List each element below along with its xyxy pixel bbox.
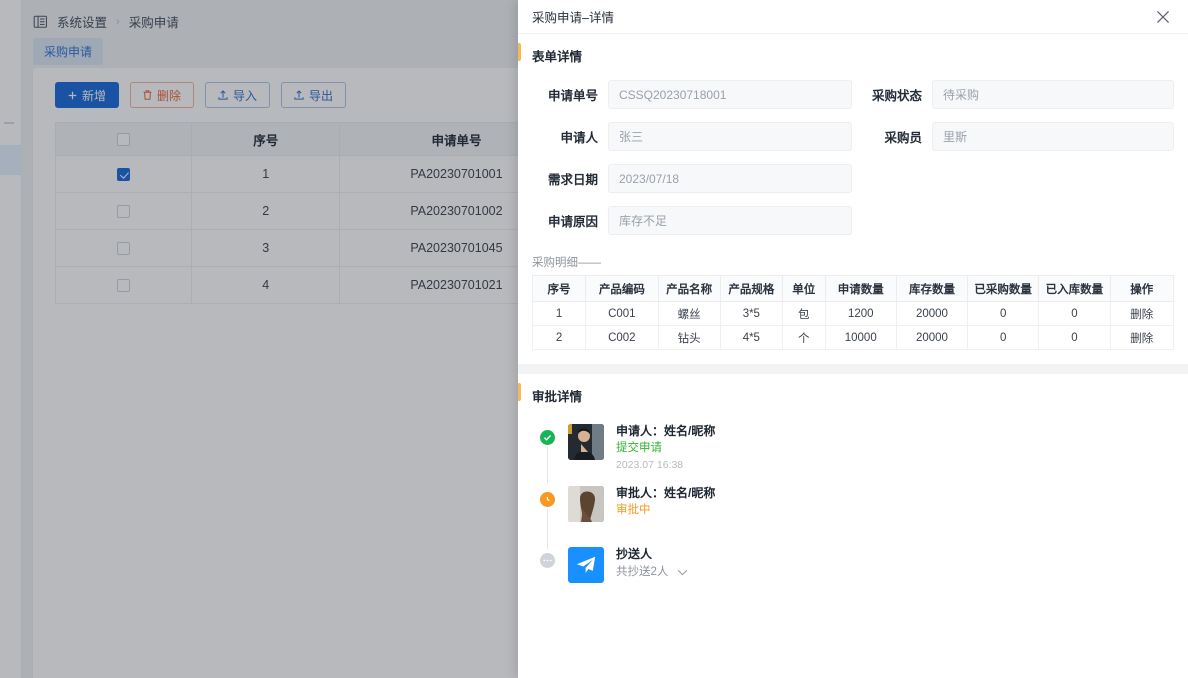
approval-section-title: 审批详情 — [532, 390, 583, 404]
detail-name: 钻头 — [657, 325, 721, 350]
detail-unit: 包 — [781, 301, 826, 326]
detail-purchased-qty: 0 — [967, 325, 1040, 350]
field-label: 申请单号 — [547, 89, 598, 103]
cc-name: 抄送人 — [616, 547, 653, 561]
detail-col-spec: 产品规格 — [719, 275, 783, 302]
purchase-detail-wrap: 采购明细—— 序号 产品编码 产品名称 产品规格 单位 申请数量 库存数量 已采… — [518, 248, 1188, 350]
approval-timeline: 申请人：姓名/昵称 提交申请 2023.07 16:38 审批人：姓名/昵称 审… — [518, 414, 1188, 599]
field-label: 申请原因 — [547, 215, 598, 229]
table-row: 1 C001 螺丝 3*5 包 1200 20000 0 0 删除 — [531, 301, 1174, 326]
applicant-input[interactable]: 张三 — [608, 122, 852, 151]
detail-no: 1 — [531, 301, 587, 326]
timeline-step-applicant: 申请人：姓名/昵称 提交申请 2023.07 16:38 — [540, 420, 1188, 483]
detail-delete-link[interactable]: 删除 — [1109, 325, 1174, 350]
drawer-header: 采购申请–详情 — [518, 0, 1188, 34]
form-grid: 申请单号 CSSQ20230718001 采购状态 待采购 申请人 张三 采购员… — [518, 74, 1188, 248]
detail-col-purchased: 已采购数量 — [967, 275, 1040, 302]
detail-purchased-qty: 0 — [967, 301, 1040, 326]
status-in-progress-icon — [540, 492, 555, 507]
form-section-header: 表单详情 — [518, 34, 1188, 74]
detail-col-unit: 单位 — [781, 275, 826, 302]
timeline-text: 抄送人 共抄送2人 — [616, 543, 688, 581]
detail-col-req-qty: 申请数量 — [824, 275, 897, 302]
applicant-status: 提交申请 — [616, 442, 662, 454]
approver-name: 审批人：姓名/昵称 — [616, 486, 716, 500]
field-purchase-status: 采购状态 待采购 — [870, 80, 1174, 109]
cc-expand-row[interactable]: 共抄送2人 — [616, 563, 688, 581]
section-divider-band — [518, 364, 1188, 374]
approver-status: 审批中 — [616, 504, 651, 516]
request-no-input[interactable]: CSSQ20230718001 — [608, 80, 852, 109]
close-icon[interactable] — [1155, 9, 1171, 25]
field-required-date: 需求日期 2023/07/18 — [532, 164, 852, 193]
detail-received-qty: 0 — [1038, 325, 1111, 350]
applicant-time: 2023.07 16:38 — [616, 459, 684, 471]
approval-section-header: 审批详情 — [518, 374, 1188, 414]
detail-product-code-link[interactable]: C001 — [585, 301, 659, 326]
timeline-step-cc: 抄送人 共抄送2人 — [540, 543, 1188, 599]
timeline-text: 申请人：姓名/昵称 提交申请 2023.07 16:38 — [616, 420, 715, 473]
field-label: 采购员 — [884, 131, 922, 145]
purchase-detail-table: 序号 产品编码 产品名称 产品规格 单位 申请数量 库存数量 已采购数量 已入库… — [531, 275, 1174, 350]
field-purchaser: 采购员 里斯 — [870, 122, 1174, 151]
status-pending-icon — [540, 553, 555, 568]
detail-received-qty: 0 — [1038, 301, 1111, 326]
table-row: 2 C002 钻头 4*5 个 10000 20000 0 0 删除 — [531, 325, 1174, 350]
detail-col-received: 已入库数量 — [1038, 275, 1111, 302]
drawer-title: 采购申请–详情 — [532, 11, 614, 25]
field-label: 需求日期 — [547, 173, 598, 187]
detail-col-code: 产品编码 — [585, 275, 659, 302]
applicant-name: 申请人：姓名/昵称 — [616, 424, 716, 438]
field-request-reason: 申请原因 库存不足 — [532, 206, 852, 235]
field-label: 采购状态 — [871, 89, 922, 103]
detail-col-name: 产品名称 — [657, 275, 721, 302]
detail-spec: 4*5 — [719, 325, 783, 350]
detail-stock-qty: 20000 — [895, 301, 969, 326]
chevron-down-icon[interactable] — [677, 563, 688, 581]
required-date-input[interactable]: 2023/07/18 — [608, 164, 852, 193]
detail-req-qty: 1200 — [824, 301, 897, 326]
app-root: 系统设置 › 采购申请 采购申请 新增 删除 导入 导出 序号 申请单号 1 P… — [0, 0, 1188, 678]
detail-spec: 3*5 — [719, 301, 783, 326]
purchase-status-input[interactable]: 待采购 — [932, 80, 1174, 109]
detail-name: 螺丝 — [657, 301, 721, 326]
form-section-title: 表单详情 — [532, 50, 583, 64]
detail-col-action: 操作 — [1109, 275, 1174, 302]
detail-table-body: 1 C001 螺丝 3*5 包 1200 20000 0 0 删除 2 C002… — [531, 301, 1174, 350]
detail-col-no: 序号 — [531, 275, 587, 302]
drawer-body: 表单详情 申请单号 CSSQ20230718001 采购状态 待采购 申请人 张… — [518, 34, 1188, 678]
request-reason-input[interactable]: 库存不足 — [608, 206, 852, 235]
detail-unit: 个 — [781, 325, 826, 350]
timeline-step-approver: 审批人：姓名/昵称 审批中 — [540, 482, 1188, 549]
detail-req-qty: 10000 — [824, 325, 897, 350]
detail-delete-link[interactable]: 删除 — [1109, 301, 1174, 326]
paper-plane-icon — [568, 547, 604, 583]
field-label: 申请人 — [560, 131, 598, 145]
avatar — [568, 424, 604, 460]
field-applicant: 申请人 张三 — [532, 122, 852, 151]
timeline-text: 审批人：姓名/昵称 审批中 — [616, 482, 715, 519]
purchaser-input[interactable]: 里斯 — [932, 122, 1174, 151]
detail-drawer: 采购申请–详情 表单详情 申请单号 CSSQ20230718001 采购状态 待… — [518, 0, 1188, 678]
detail-product-code-link[interactable]: C002 — [585, 325, 659, 350]
detail-no: 2 — [531, 325, 587, 350]
avatar — [568, 486, 604, 522]
cc-status: 共抄送2人 — [616, 565, 669, 578]
status-done-icon — [540, 430, 555, 445]
timeline-connector — [547, 447, 548, 483]
detail-header-row: 序号 产品编码 产品名称 产品规格 单位 申请数量 库存数量 已采购数量 已入库… — [531, 275, 1174, 302]
field-request-no: 申请单号 CSSQ20230718001 — [532, 80, 852, 109]
detail-col-stock-qty: 库存数量 — [895, 275, 969, 302]
detail-stock-qty: 20000 — [895, 325, 969, 350]
purchase-detail-caption: 采购明细—— — [532, 257, 601, 269]
